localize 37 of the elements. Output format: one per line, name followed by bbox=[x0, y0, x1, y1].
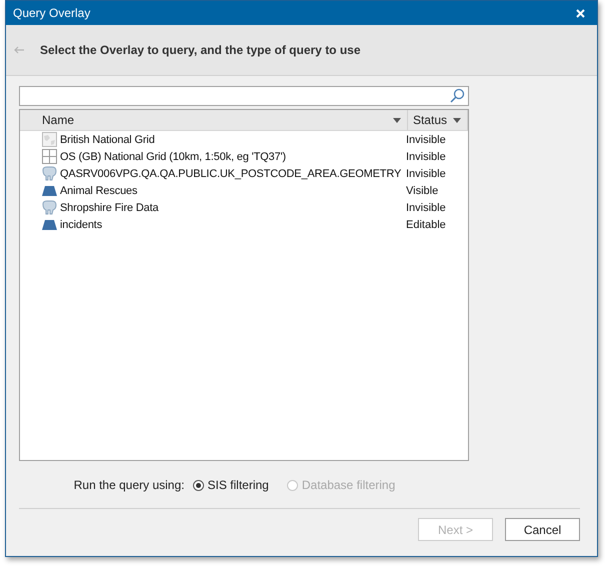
overlay-name: British National Grid bbox=[60, 134, 155, 146]
overlay-status: Invisible bbox=[405, 150, 446, 162]
overlay-status: Invisible bbox=[405, 168, 446, 180]
instruction-text: Select the Overlay to query, and the type of query to use bbox=[40, 43, 361, 58]
overlay-status: Invisible bbox=[405, 134, 446, 146]
overlay-name: Shropshire Fire Data bbox=[60, 202, 158, 214]
overlay-status: Invisible bbox=[405, 202, 446, 214]
column-header[interactable]: Status bbox=[408, 110, 468, 130]
dropdown-caret-icon bbox=[392, 118, 401, 122]
overlay-name: QASRV006VPG.QA.QA.PUBLIC.UK_POSTCODE_AREA.GEOMETRY bbox=[60, 168, 402, 180]
overlay-row[interactable]: Shropshire Fire Data Invisible bbox=[20, 199, 468, 216]
back-button[interactable] bbox=[14, 46, 24, 54]
overlay-status: Editable bbox=[405, 218, 446, 230]
overlay-row[interactable]: British National Grid Invisible bbox=[20, 131, 468, 148]
window-title: Query Overlay bbox=[13, 6, 90, 20]
overlay-row[interactable]: OS (GB) National Grid (10km, 1:50k, eg 'TQ37') Invisible bbox=[20, 148, 468, 165]
overlay-status: Visible bbox=[405, 184, 438, 196]
dropdown-caret-icon bbox=[453, 118, 461, 122]
overlay-row[interactable]: Animal Rescues Visible bbox=[20, 182, 468, 199]
cancel-button[interactable]: Cancel bbox=[505, 518, 580, 541]
search-field[interactable] bbox=[19, 86, 469, 106]
search-icon bbox=[449, 88, 465, 104]
column-header[interactable]: Name bbox=[20, 110, 408, 130]
overlay-row[interactable]: QASRV006VPG.QA.QA.PUBLIC.UK_POSTCODE_AREA.GEOMETRY Invisible bbox=[20, 165, 468, 182]
radio-option[interactable]: SIS filtering bbox=[192, 478, 269, 492]
polygon-layer-icon bbox=[42, 186, 57, 196]
close-icon bbox=[576, 8, 585, 18]
elephant-icon bbox=[42, 200, 57, 215]
polygon-layer-icon bbox=[42, 220, 57, 230]
overlay-name: Animal Rescues bbox=[60, 184, 138, 196]
back-arrow-icon bbox=[14, 46, 24, 54]
overlay-name: OS (GB) National Grid (10km, 1:50k, eg 'TQ37') bbox=[60, 150, 286, 162]
overlay-row[interactable]: incidents Editable bbox=[20, 216, 468, 233]
query-mode-label: Run the query using: bbox=[74, 478, 184, 492]
grid-icon bbox=[42, 149, 57, 164]
elephant-icon bbox=[42, 166, 57, 181]
overlay-name: incidents bbox=[60, 218, 102, 230]
